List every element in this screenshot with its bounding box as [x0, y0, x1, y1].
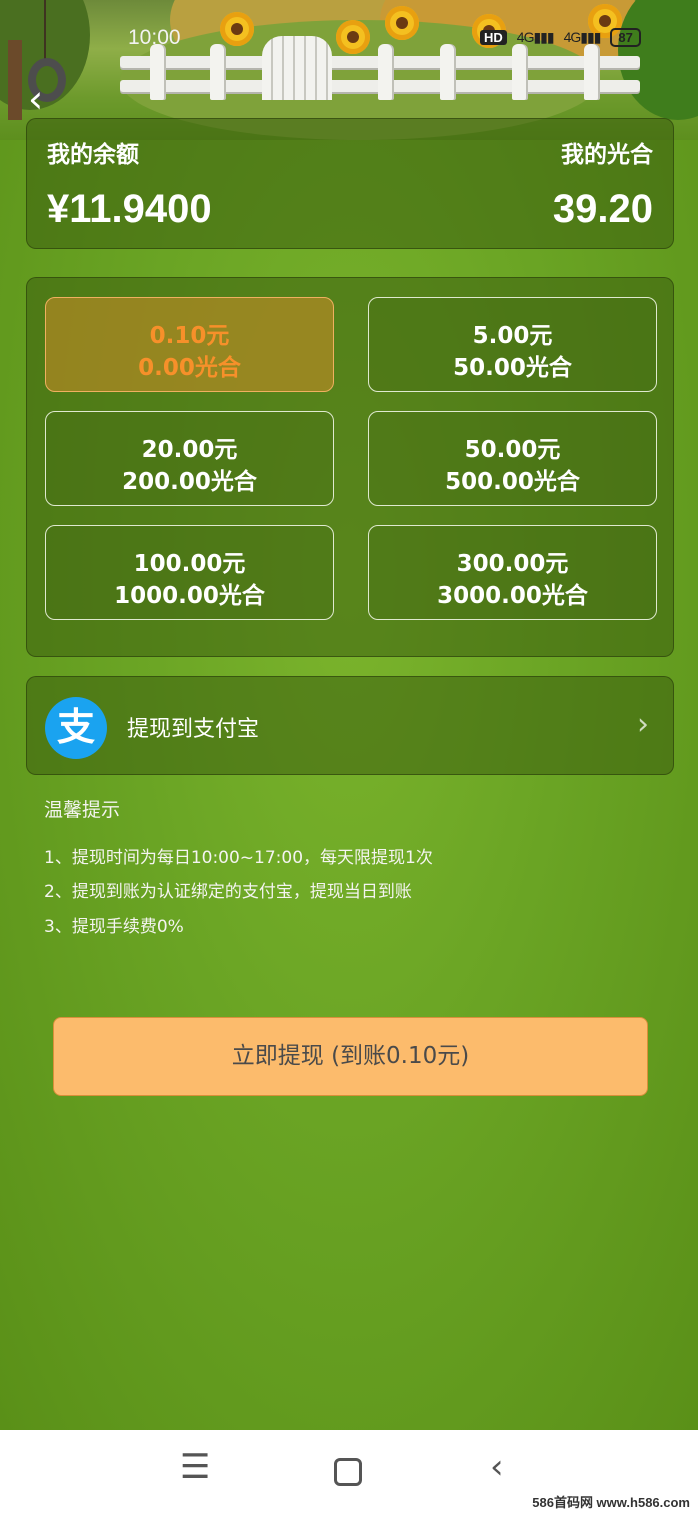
- option-amount: 300.00元: [456, 551, 569, 577]
- status-time: 10:00: [128, 26, 181, 49]
- payment-method-label: 提现到支付宝: [127, 717, 260, 742]
- option-amount: 100.00元: [133, 551, 246, 577]
- tip-item: 1、提现时间为每日10:00~17:00，每天限提现1次: [44, 848, 433, 868]
- withdraw-option[interactable]: 300.00元 3000.00光合: [368, 525, 657, 620]
- balance-value: ¥11.9400: [47, 187, 212, 231]
- back-icon[interactable]: ‹: [490, 1450, 504, 1484]
- signal-icon: 4G▮▮▮: [563, 29, 602, 45]
- points-value: 39.20: [552, 187, 653, 231]
- alipay-icon: 支: [45, 697, 107, 759]
- withdraw-option[interactable]: 20.00元 200.00光合: [45, 411, 334, 506]
- battery-icon: 87: [610, 28, 641, 47]
- option-amount: 50.00元: [464, 437, 561, 463]
- balance-label: 我的余额: [47, 142, 139, 168]
- home-icon[interactable]: [334, 1458, 362, 1486]
- hd-badge: HD: [480, 30, 507, 45]
- withdraw-option[interactable]: 5.00元 50.00光合: [368, 297, 657, 392]
- back-button[interactable]: ‹: [28, 80, 43, 118]
- option-points: 200.00光合: [122, 469, 257, 495]
- tips-title: 温馨提示: [44, 799, 121, 821]
- system-nav-bar: ☰ ‹ 586首码网 www.h586.com: [0, 1430, 698, 1514]
- withdraw-option[interactable]: 0.10元 0.00光合: [45, 297, 334, 392]
- option-points: 500.00光合: [445, 469, 580, 495]
- balance-card: 我的余额 我的光合 ¥11.9400 39.20: [26, 118, 674, 249]
- app-screen: 10:00 HD 4G▮▮▮ 4G▮▮▮ 87 ‹ 我的余额 我的光合 ¥11.…: [0, 0, 698, 1430]
- option-points: 3000.00光合: [437, 583, 588, 609]
- chevron-left-icon: ‹: [28, 77, 44, 121]
- signal-icon: 4G▮▮▮: [516, 29, 555, 45]
- withdraw-now-button[interactable]: 立即提现 (到账0.10元): [53, 1017, 648, 1096]
- withdraw-options: 0.10元 0.00光合 5.00元 50.00光合 20.00元 200.00…: [26, 277, 674, 657]
- option-points: 1000.00光合: [114, 583, 265, 609]
- chevron-right-icon: ›: [637, 707, 649, 742]
- status-bar: 10:00 HD 4G▮▮▮ 4G▮▮▮ 87: [0, 26, 698, 54]
- menu-icon[interactable]: ☰: [180, 1450, 210, 1484]
- points-label: 我的光合: [561, 142, 653, 168]
- tip-item: 2、提现到账为认证绑定的支付宝，提现当日到账: [44, 882, 412, 902]
- option-points: 50.00光合: [453, 355, 572, 381]
- option-points: 0.00光合: [138, 355, 241, 381]
- watermark: 586首码网 www.h586.com: [532, 1495, 690, 1510]
- option-amount: 20.00元: [141, 437, 238, 463]
- withdraw-option[interactable]: 50.00元 500.00光合: [368, 411, 657, 506]
- withdraw-to-alipay-row[interactable]: 支 提现到支付宝 ›: [26, 676, 674, 775]
- option-amount: 5.00元: [472, 323, 553, 349]
- withdraw-option[interactable]: 100.00元 1000.00光合: [45, 525, 334, 620]
- tip-item: 3、提现手续费0%: [44, 917, 184, 937]
- option-amount: 0.10元: [149, 323, 230, 349]
